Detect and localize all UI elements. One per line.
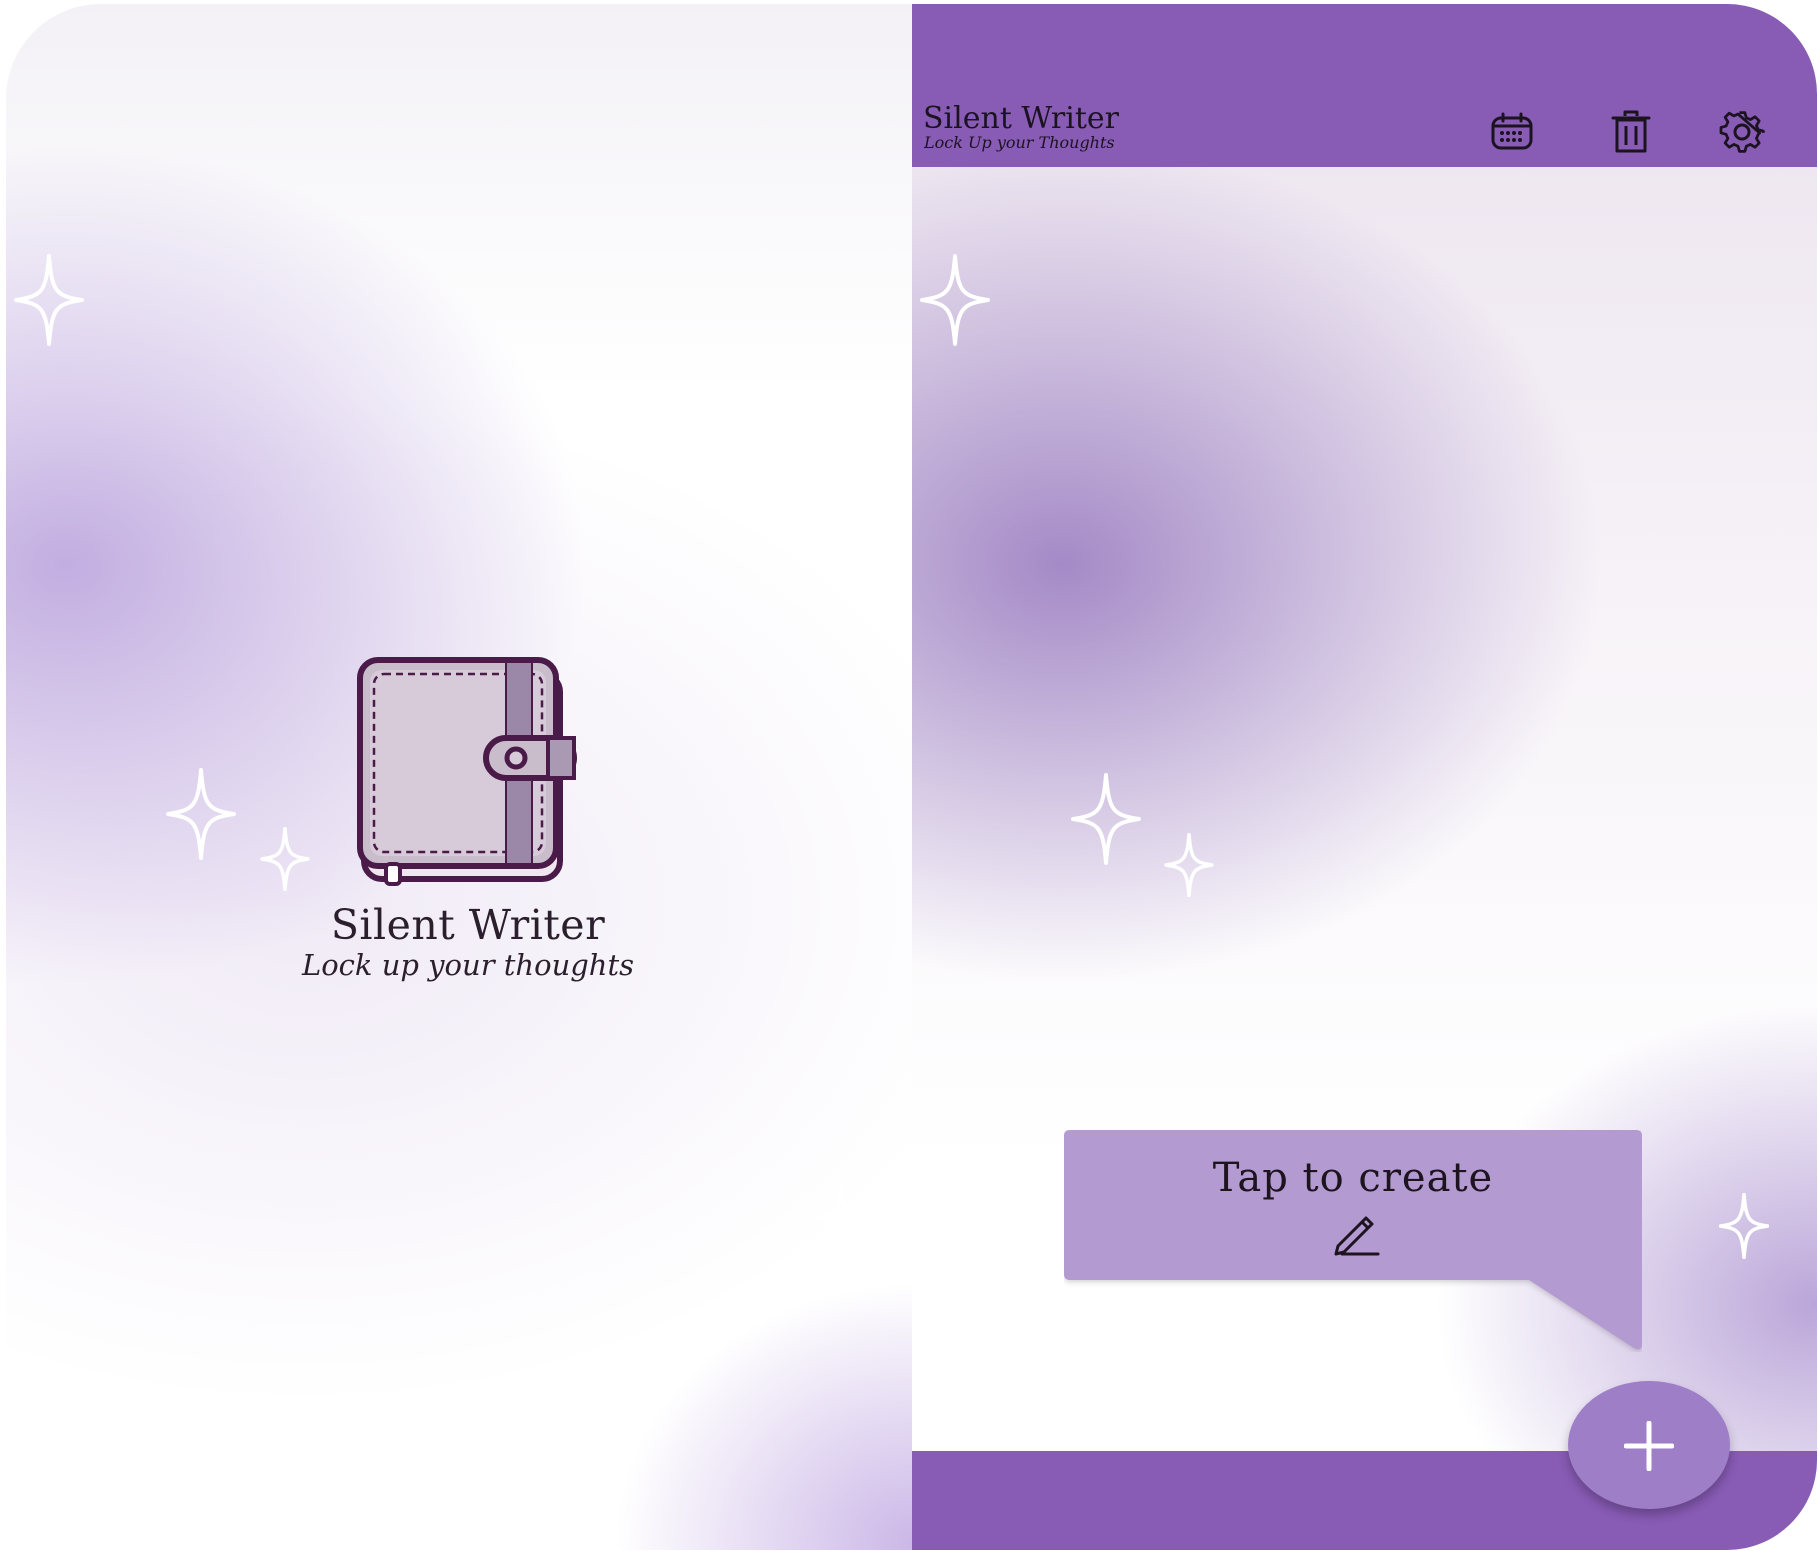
pen-icon bbox=[1328, 1210, 1380, 1256]
splash-screen: Silent Writer Lock up your thoughts bbox=[6, 4, 912, 1550]
create-hint-text: Tap to create bbox=[1212, 1155, 1494, 1201]
settings-button[interactable] bbox=[1719, 109, 1765, 155]
sparkle-icon bbox=[1164, 833, 1214, 897]
add-entry-button[interactable] bbox=[1568, 1381, 1730, 1509]
calendar-icon bbox=[1491, 112, 1533, 150]
app-name: Silent Writer bbox=[330, 901, 606, 949]
gear-icon bbox=[1719, 111, 1765, 153]
sparkle-icon bbox=[1719, 1193, 1769, 1259]
top-app-bar: Silent Writer Lock Up your Thoughts bbox=[912, 4, 1817, 167]
app-tagline: Lock up your thoughts bbox=[301, 948, 635, 982]
sparkle-icon bbox=[166, 768, 236, 860]
delete-button[interactable] bbox=[1608, 109, 1654, 155]
sparkle-icon bbox=[14, 254, 84, 346]
create-entry-hint[interactable]: Tap to create bbox=[1064, 1130, 1642, 1352]
sparkle-icon bbox=[920, 254, 990, 346]
screenshot-composite: Silent Writer Lock up your thoughts Sile… bbox=[0, 0, 1818, 1551]
sparkle-icon bbox=[816, 1185, 866, 1251]
trash-icon bbox=[1611, 110, 1651, 153]
journal-clasp-icon bbox=[352, 654, 578, 886]
calendar-button[interactable] bbox=[1489, 109, 1535, 155]
sparkle-icon bbox=[1071, 773, 1141, 865]
page-title: Silent Writer bbox=[923, 101, 1119, 136]
app-home-screen: Silent Writer Lock Up your Thoughts Tap … bbox=[912, 4, 1817, 1550]
plus-icon bbox=[1624, 1421, 1674, 1471]
sparkle-icon bbox=[260, 827, 310, 891]
page-subtitle: Lock Up your Thoughts bbox=[924, 133, 1115, 152]
